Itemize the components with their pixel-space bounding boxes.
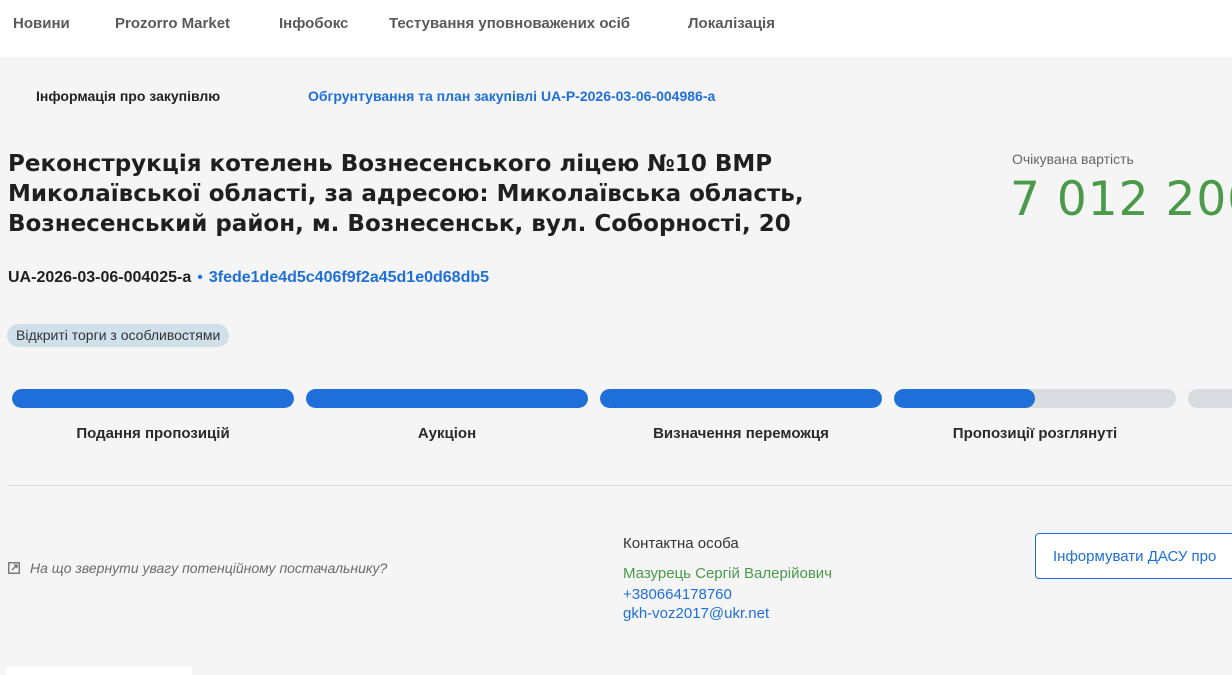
procedure-badge: Відкриті торги з особливостями	[7, 324, 230, 347]
stage-label-reviewed: Пропозиції розглянуті	[952, 425, 1118, 442]
stage-bar-3	[600, 389, 882, 408]
stage-fill	[894, 389, 1035, 408]
section-divider	[8, 485, 1232, 486]
tender-id: UA-2026-03-06-004025-a	[8, 269, 192, 286]
nav-localization[interactable]: Локалізація	[688, 15, 775, 32]
contact-email[interactable]: gkh-voz2017@ukr.net	[623, 605, 769, 622]
contact-label: Контактна особа	[623, 535, 739, 552]
nav-prozorro-market[interactable]: Prozorro Market	[115, 15, 230, 32]
contact-name: Мазурець Сергій Валерійович	[623, 565, 833, 582]
stage-label-auction: Аукціон	[417, 425, 477, 442]
nav-testing[interactable]: Тестування уповноважених осіб	[389, 15, 630, 32]
nav-news[interactable]: Новини	[13, 15, 70, 32]
stage-fill	[306, 389, 588, 408]
tab-tender-info[interactable]: Інформація про закупівлю	[36, 88, 220, 104]
top-navigation: Новини Prozorro Market Інфобокс Тестуван…	[0, 0, 1232, 57]
stage-label-winner: Визначення переможця	[653, 425, 829, 442]
contact-phone[interactable]: +380664178760	[623, 586, 732, 603]
stage-bar-4	[894, 389, 1176, 408]
expected-value-amount: 7 012 200	[1010, 172, 1232, 227]
external-link-icon	[8, 562, 20, 574]
tab-plan-link[interactable]: Обгрунтування та план закупівлі UA-P-202…	[308, 88, 715, 104]
id-separator: •	[197, 269, 203, 286]
stage-fill	[600, 389, 882, 408]
inform-dasu-button[interactable]: Інформувати ДАСУ про	[1035, 533, 1232, 579]
supplier-hint-link[interactable]: На що звернути увагу потенційному постач…	[8, 560, 387, 576]
tender-title: Реконструкція котелень Вознесенського лі…	[8, 151, 804, 237]
bottom-tab	[6, 667, 192, 675]
expected-value-label: Очікувана вартість	[1012, 151, 1134, 167]
stage-bar-2	[306, 389, 588, 408]
stage-bar-1	[12, 389, 294, 408]
supplier-hint-text: На що звернути увагу потенційному постач…	[30, 560, 388, 576]
nav-infobox[interactable]: Інфобокс	[279, 15, 348, 32]
stage-bar-5	[1188, 389, 1232, 408]
stage-label-submissions: Подання пропозицій	[76, 425, 230, 442]
tender-hash-link[interactable]: 3fede1de4d5c406f9f2a45d1e0d68db5	[209, 269, 489, 286]
stage-fill	[12, 389, 294, 408]
tender-identifiers: UA-2026-03-06-004025-a • 3fede1de4d5c406f9…	[8, 269, 489, 287]
